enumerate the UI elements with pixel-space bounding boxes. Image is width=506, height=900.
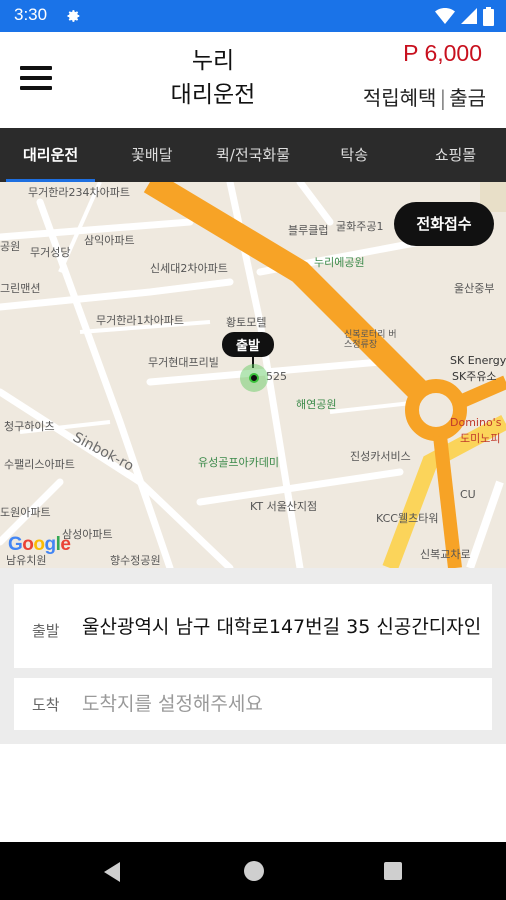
map-label: CU [460, 488, 476, 501]
map-label: 신복교차로 [420, 548, 471, 561]
status-icons [435, 6, 494, 26]
map-label: 525 [266, 370, 287, 383]
google-logo-text: Google [8, 534, 71, 555]
map-label: 무거성당 [30, 246, 71, 259]
map-label: 블루클럽 [288, 224, 329, 237]
menu-icon[interactable] [20, 66, 54, 94]
tab-driver-service[interactable]: 대리운전 [0, 128, 101, 182]
tab-flower-delivery[interactable]: 꽃배달 [101, 128, 202, 182]
phone-booking-button[interactable]: 전화접수 [394, 202, 494, 246]
map-label: 굴화주공1 [336, 220, 384, 233]
map-label: 신복로터리 버스정류장 [344, 330, 397, 350]
tab-shopping-mall[interactable]: 쇼핑몰 [405, 128, 506, 182]
tab-car-transport[interactable]: 탁송 [304, 128, 405, 182]
map-label: 진성카서비스 [350, 450, 411, 463]
map-label: 누리에공원 [314, 256, 365, 269]
signal-icon [461, 8, 477, 24]
recents-icon[interactable] [384, 862, 402, 880]
map-label: 무거현대프리빌 [148, 356, 219, 369]
back-icon[interactable] [104, 862, 120, 882]
map-label: 공원 [0, 240, 21, 253]
status-time: 3:30 [14, 5, 48, 24]
link-separator: | [439, 86, 447, 110]
map-label: Domino's [450, 416, 502, 429]
app-title: 누리 대리운전 [148, 44, 278, 112]
destination-label: 도착 [32, 696, 60, 714]
map-label: 그린맨션 [0, 282, 41, 295]
destination-address-card[interactable]: 도착 [14, 678, 492, 730]
app-title-line2: 대리운전 [170, 82, 256, 108]
tab-quick-freight[interactable]: 퀵/전국화물 [202, 128, 303, 182]
map-label: 수팰리스아파트 [4, 458, 75, 471]
map-label: 유성골프아카데미 [198, 456, 279, 469]
google-logo: Google [8, 534, 71, 556]
address-panel: 출발 울산광역시 남구 대학로147번길 35 신공간디자인 도착 [0, 568, 506, 744]
header-links: 적립혜택 | 출금 [363, 82, 486, 111]
start-label: 출발 [32, 622, 60, 640]
map-label: KCC웰츠타워 [376, 512, 439, 525]
location-dot-icon [249, 373, 259, 383]
map-label: 황토모텔 [226, 316, 267, 329]
map-label: KT 서울산지점 [250, 500, 318, 513]
system-nav-bar [0, 842, 506, 900]
gear-icon [67, 10, 80, 22]
wifi-icon [435, 8, 455, 24]
map-label: 무거한라234차아파트 [28, 186, 130, 199]
start-address-card[interactable]: 출발 울산광역시 남구 대학로147번길 35 신공간디자인 [14, 584, 492, 668]
battery-icon [483, 6, 494, 26]
map-label: 해연공원 [296, 398, 337, 411]
service-tabs: 대리운전 꽃배달 퀵/전국화물 탁송 쇼핑몰 [0, 128, 506, 182]
points-balance[interactable]: P 6,000 [403, 40, 482, 67]
rewards-link[interactable]: 적립혜택 [363, 86, 437, 110]
map-view[interactable]: 무거한라234차아파트 공원 삼익아파트 무거성당 신세대2차아파트 그린맨션 … [0, 182, 506, 568]
app-title-line1: 누리 [191, 48, 235, 74]
app-header: 누리 대리운전 P 6,000 적립혜택 | 출금 [0, 32, 506, 128]
withdraw-link[interactable]: 출금 [449, 86, 486, 110]
map-label: 삼익아파트 [84, 234, 135, 247]
map-label: 향수정공원 [110, 554, 161, 567]
map-label: 신세대2차아파트 [150, 262, 228, 275]
map-label: SK Energy [450, 354, 506, 367]
map-label: 울산중부 [454, 282, 495, 295]
start-pin-label: 출발 [222, 332, 274, 357]
status-bar: 3:30 [0, 0, 506, 32]
map-label: SK주유소 [452, 370, 497, 383]
map-label: 청구하이츠 [4, 420, 55, 433]
home-icon[interactable] [244, 861, 264, 881]
app-root: 3:30 누리 대리운전 P 6,000 적립혜택 | 출금 대리운전 꽃배달 퀵/… [0, 0, 506, 900]
start-address-value: 울산광역시 남구 대학로147번길 35 신공간디자인 [82, 616, 482, 638]
destination-input[interactable] [82, 688, 482, 720]
map-label: 무거한라1차아파트 [96, 314, 184, 327]
map-label: 도미노피 [460, 432, 501, 445]
map-label: 도원아파트 [0, 506, 51, 519]
